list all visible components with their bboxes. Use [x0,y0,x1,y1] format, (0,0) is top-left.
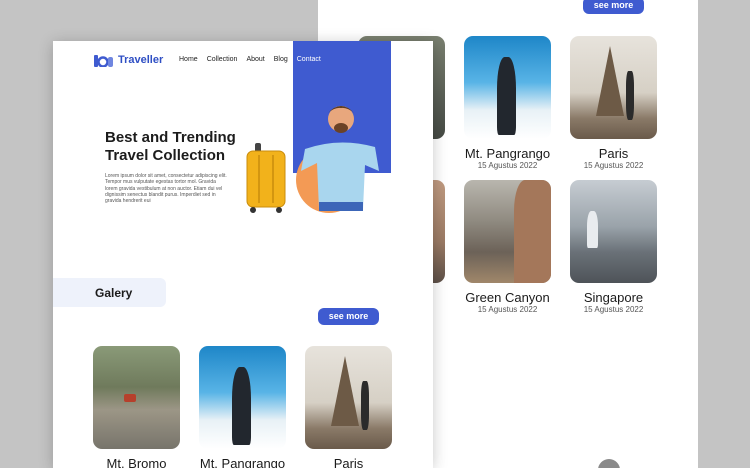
gallery-photo-bromo[interactable] [93,346,180,449]
nav-blog[interactable]: Blog [274,56,288,63]
gallery-photo-paris[interactable] [305,346,392,449]
nav-contact[interactable]: Contact [297,56,321,63]
logo-mark-icon [94,55,113,67]
gallery-photo-singapore[interactable] [570,180,657,283]
card-date: 15 Agustus 2022 [477,305,538,314]
brand-logo[interactable]: Traveller [94,53,163,67]
card-date: 15 Agustus 2022 [583,161,644,170]
suitcase-icon [246,143,286,213]
avatar-partial [598,459,620,468]
card-title: Paris [333,456,364,468]
main-nav: Home Collection About Blog Contact [179,56,321,63]
card-title: Paris [598,146,629,161]
brand-name: Traveller [118,54,164,66]
card-title: Green Canyon [465,290,550,305]
traveller-figure [301,106,379,211]
nav-home[interactable]: Home [179,56,198,63]
nav-collection[interactable]: Collection [207,56,238,63]
card-title: Mt. Bromo [106,456,167,468]
gallery-photo-paris[interactable] [570,36,657,139]
hero-title-line1: Best and Trending [105,129,236,146]
card-title: Mt. Pangrango [199,456,286,468]
hero-title: Best and Trending Travel Collection [105,129,255,165]
card-title: Singapore [583,290,644,305]
gallery-label: Galery [95,286,133,300]
hero-traveller-illustration [246,106,379,213]
hero-title-line2: Travel Collection [105,147,226,164]
gallery-photo-green-canyon[interactable] [464,180,551,283]
nav-about[interactable]: About [246,56,264,63]
see-more-button-back[interactable]: see more [583,0,644,14]
gallery-photo-pangrango[interactable] [464,36,551,139]
card-date: 15 Agustus 2022 [583,305,644,314]
see-more-button[interactable]: see more [318,308,379,325]
card-title: Mt. Pangrango [464,146,551,161]
front-page: Traveller Home Collection About Blog Con… [53,41,433,468]
card-date: 15 Agustus 2022 [477,161,538,170]
hero-description: Lorem ipsum dolor sit amet, consectetur … [105,173,227,205]
gallery-photo-pangrango[interactable] [199,346,286,449]
